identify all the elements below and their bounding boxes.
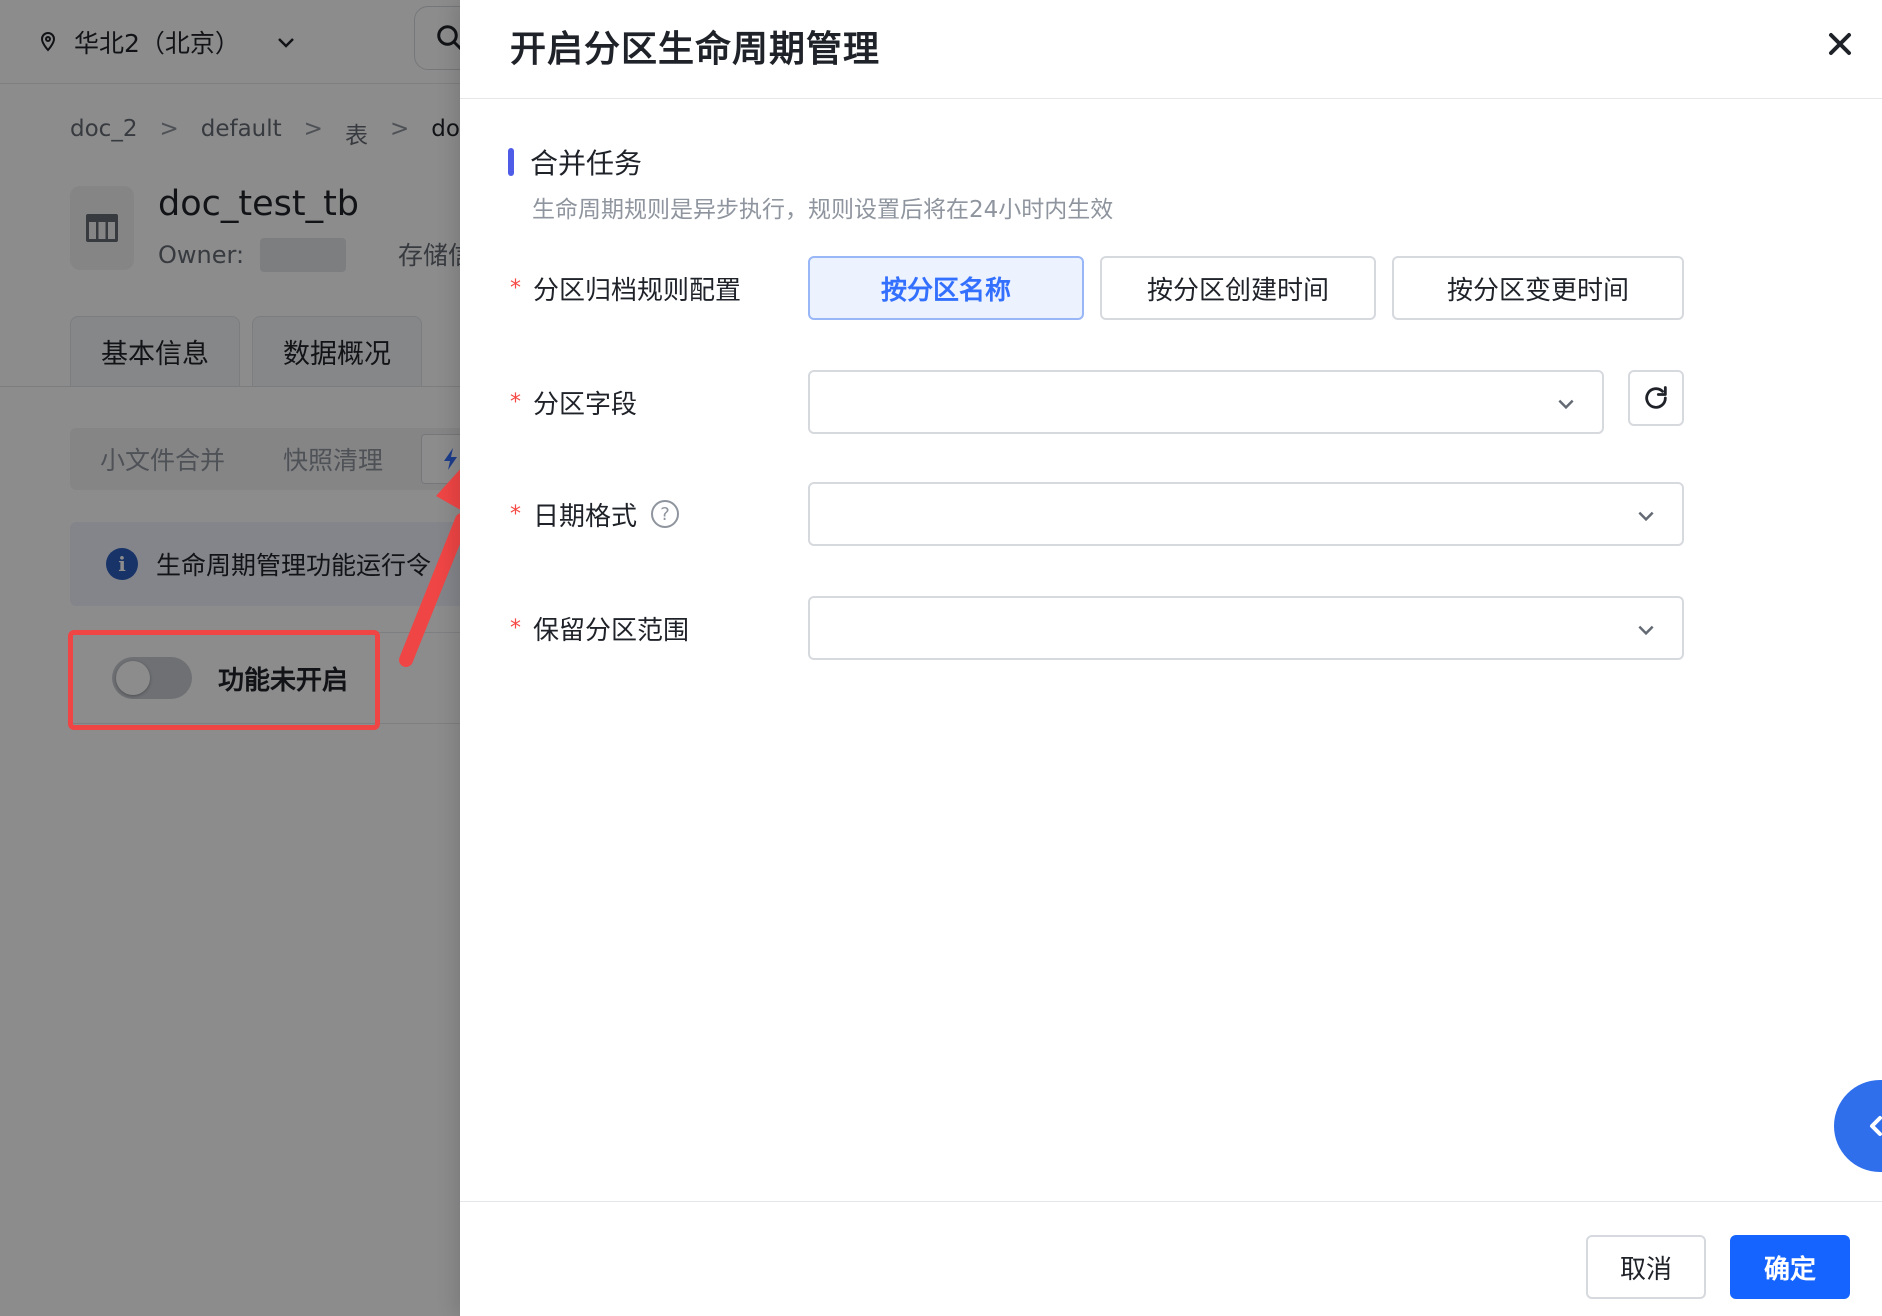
close-button[interactable] [1820, 24, 1860, 64]
highlight-box [68, 630, 380, 730]
archive-by-create-time-button[interactable]: 按分区创建时间 [1100, 256, 1376, 320]
close-icon [1829, 33, 1851, 55]
refresh-icon [1645, 386, 1667, 409]
label-text: 日期格式 [533, 501, 638, 532]
required-asterisk: * [510, 275, 521, 301]
archive-rule-label: * 分区归档规则配置 [510, 266, 741, 310]
drawer-title: 开启分区生命周期管理 [510, 29, 881, 70]
section-title: 合并任务 [530, 147, 643, 180]
lifecycle-drawer: 开启分区生命周期管理 合并任务 生命周期规则是异步执行，规则设置后将在24小时内… [460, 0, 1882, 1316]
retention-range-select[interactable] [808, 596, 1684, 660]
section-description: 生命周期规则是异步执行，规则设置后将在24小时内生效 [532, 197, 1114, 223]
required-asterisk: * [510, 615, 521, 641]
required-asterisk: * [510, 389, 521, 415]
section-accent-bar [508, 148, 514, 176]
annotation-arrow-icon [399, 469, 460, 667]
label-text: 分区归档规则配置 [533, 275, 742, 306]
chevron-down-icon [1638, 511, 1654, 522]
archive-by-name-button[interactable]: 按分区名称 [808, 256, 1084, 320]
background-page: 华北2（北京） doc_2 > default > 表 > doc_ doc_t… [0, 0, 460, 1316]
refresh-button[interactable] [1628, 370, 1684, 426]
label-text: 保留分区范围 [533, 615, 690, 646]
partition-field-label: * 分区字段 [510, 380, 637, 424]
confirm-button[interactable]: 确定 [1730, 1235, 1850, 1299]
date-format-label: * 日期格式 ? [510, 492, 680, 536]
partition-field-select[interactable] [808, 370, 1604, 434]
help-icon[interactable]: ? [651, 500, 680, 528]
drawer-header: 开启分区生命周期管理 [460, 0, 1882, 99]
date-format-select[interactable] [808, 482, 1684, 546]
retention-range-label: * 保留分区范围 [510, 606, 689, 650]
chevron-down-icon [1558, 399, 1574, 410]
collapse-float-button[interactable] [1834, 1080, 1882, 1172]
cancel-button[interactable]: 取消 [1586, 1235, 1706, 1299]
chevron-left-icon [1870, 1116, 1882, 1136]
required-asterisk: * [510, 501, 521, 527]
chevron-down-icon [1638, 625, 1654, 636]
label-text: 分区字段 [533, 389, 638, 420]
archive-by-change-time-button[interactable]: 按分区变更时间 [1392, 256, 1684, 320]
